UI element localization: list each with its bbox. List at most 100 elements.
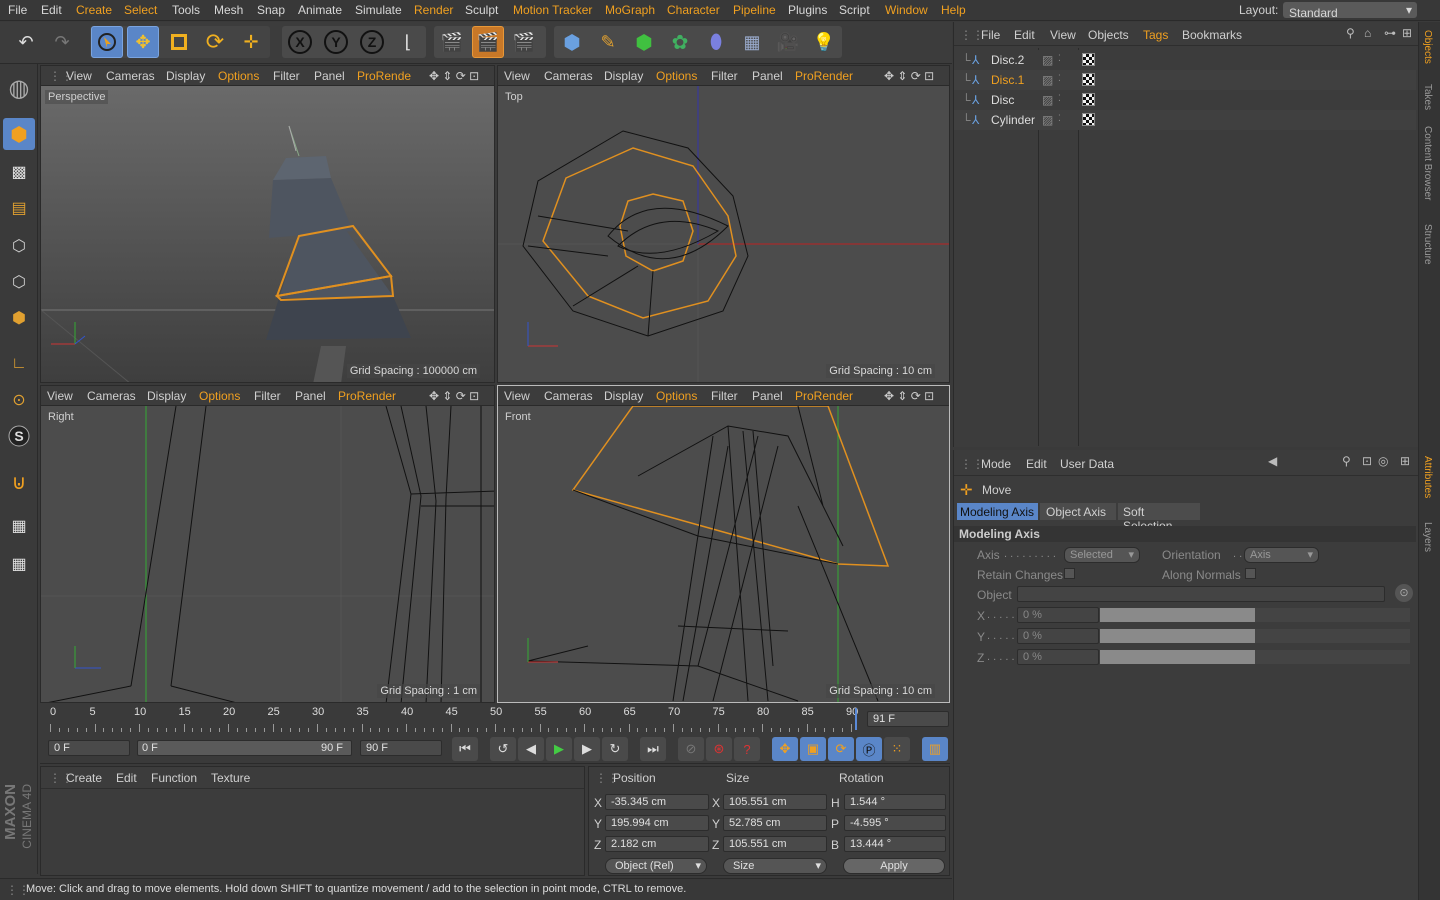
om-bookmarks[interactable]: Bookmarks: [1182, 28, 1242, 42]
layout-select[interactable]: Standard ▾: [1283, 2, 1417, 20]
search-icon[interactable]: ⚲: [1346, 26, 1355, 40]
side-tab-objects[interactable]: Objects: [1422, 30, 1433, 64]
coord-mode-select[interactable]: Object (Rel) ▾: [605, 858, 707, 874]
z-offset-field[interactable]: 0 %: [1017, 649, 1099, 665]
layer-icon[interactable]: ▨: [1042, 53, 1053, 67]
am-mode[interactable]: Mode: [981, 457, 1011, 471]
vp1-filter[interactable]: Filter: [273, 69, 300, 83]
render-picture-viewer-icon[interactable]: 🎬: [472, 26, 504, 58]
mat-function[interactable]: Function: [151, 771, 197, 785]
playhead[interactable]: [855, 708, 857, 730]
vp4-options[interactable]: Options: [656, 389, 697, 403]
vp1-prorender[interactable]: ProRende: [357, 69, 411, 83]
side-tab-structure[interactable]: Structure: [1422, 224, 1433, 265]
live-select-icon[interactable]: [91, 26, 123, 58]
viewport-perspective[interactable]: ⋮⋮ View Cameras Display Options Filter P…: [40, 65, 495, 383]
new-view-icon[interactable]: ⊞: [1402, 26, 1412, 40]
key-scale-icon[interactable]: ▣: [800, 737, 826, 761]
record-icon[interactable]: ⊛: [706, 737, 732, 761]
vp2-cameras[interactable]: Cameras: [544, 69, 593, 83]
tab-object-axis[interactable]: Object Axis: [1040, 503, 1116, 520]
orientation-select[interactable]: Axis ▾: [1244, 547, 1319, 563]
autokey-icon[interactable]: ?: [734, 737, 760, 761]
menu-tools[interactable]: Tools: [172, 3, 200, 17]
vp1-panel[interactable]: Panel: [314, 69, 345, 83]
vp4-panel[interactable]: Panel: [752, 389, 783, 403]
make-editable-icon[interactable]: ◍: [3, 72, 35, 104]
texture-mode-icon[interactable]: ▩: [3, 156, 35, 188]
tab-soft-selection[interactable]: Soft Selection: [1118, 503, 1200, 533]
key-pla-icon[interactable]: ⁙: [884, 737, 910, 761]
pos-z-field[interactable]: 2.182 cm: [605, 836, 709, 852]
menu-render[interactable]: Render: [414, 3, 453, 17]
vp3-filter[interactable]: Filter: [254, 389, 281, 403]
vp2-filter[interactable]: Filter: [711, 69, 738, 83]
apply-button[interactable]: Apply: [843, 858, 945, 874]
vp2-view[interactable]: View: [504, 69, 530, 83]
coordinate-system-icon[interactable]: ⌊: [392, 26, 424, 58]
snap-icon[interactable]: S: [3, 420, 35, 452]
viewport-top[interactable]: View Cameras Display Options Filter Pane…: [497, 65, 950, 383]
menu-snap[interactable]: Snap: [257, 3, 285, 17]
lock-icon[interactable]: ⊡: [1362, 454, 1372, 468]
floor-icon[interactable]: ▦: [736, 26, 768, 58]
menu-mograph[interactable]: MoGraph: [605, 3, 655, 17]
y-offset-slider[interactable]: [1100, 629, 1410, 643]
vp1-view[interactable]: View: [66, 69, 92, 83]
side-tab-layers[interactable]: Layers: [1422, 522, 1433, 552]
recent-tool-icon[interactable]: ✛: [235, 26, 267, 58]
x-offset-field[interactable]: 0 %: [1017, 607, 1099, 623]
visibility-dots-icon[interactable]: ⁚: [1058, 53, 1061, 64]
go-to-end-icon[interactable]: ⏭: [640, 737, 666, 761]
cloner-icon[interactable]: ✿: [664, 26, 696, 58]
undo-icon[interactable]: ↶: [10, 26, 42, 58]
frame-range-slider[interactable]: 0 F 90 F: [137, 740, 352, 756]
new-view-icon[interactable]: ⊞: [1400, 454, 1410, 468]
grid-snap-icon[interactable]: ▦: [3, 548, 35, 580]
rot-h-field[interactable]: 1.544 °: [844, 794, 946, 810]
object-link-field[interactable]: [1017, 586, 1385, 602]
start-frame-field[interactable]: 0 F: [48, 740, 130, 756]
menu-sculpt[interactable]: Sculpt: [465, 3, 498, 17]
object-row[interactable]: └ ⅄ Disc.1 ▨ ⁚: [954, 70, 1416, 90]
x-offset-slider[interactable]: [1100, 608, 1410, 622]
vp4-view[interactable]: View: [504, 389, 530, 403]
menu-plugins[interactable]: Plugins: [788, 3, 827, 17]
light-icon[interactable]: 💡: [808, 26, 840, 58]
menu-character[interactable]: Character: [667, 3, 720, 17]
size-y-field[interactable]: 52.785 cm: [723, 815, 827, 831]
side-tab-takes[interactable]: Takes: [1422, 84, 1433, 110]
visibility-dots-icon[interactable]: ⁚: [1058, 93, 1061, 104]
menu-simulate[interactable]: Simulate: [355, 3, 402, 17]
cube-icon[interactable]: ⬢: [556, 26, 588, 58]
mat-create[interactable]: Create: [66, 771, 102, 785]
rotate-icon[interactable]: ⟳: [199, 26, 231, 58]
timeline-icon[interactable]: ▥: [922, 737, 948, 761]
axis-mode-icon[interactable]: ∟: [3, 348, 35, 380]
vp4-prorender[interactable]: ProRender: [795, 389, 853, 403]
along-normals-checkbox[interactable]: [1245, 568, 1256, 579]
vp2-nav-icons[interactable]: ✥ ⇕ ⟳ ⊡: [884, 69, 934, 83]
vp3-nav-icons[interactable]: ✥ ⇕ ⟳ ⊡: [429, 389, 479, 403]
axis-select[interactable]: Selected ▾: [1064, 547, 1140, 563]
z-axis-icon[interactable]: Z: [356, 26, 388, 58]
x-axis-icon[interactable]: X: [284, 26, 316, 58]
vp2-display[interactable]: Display: [604, 69, 643, 83]
side-tab-content-browser[interactable]: Content Browser: [1422, 126, 1433, 200]
om-tags[interactable]: Tags: [1143, 28, 1168, 42]
settings-icon[interactable]: ◎: [1378, 454, 1388, 468]
points-mode-icon[interactable]: ⬡: [3, 230, 35, 262]
key-move-icon[interactable]: ✥: [772, 737, 798, 761]
render-settings-icon[interactable]: 🎬: [508, 26, 540, 58]
vp3-options[interactable]: Options: [199, 389, 240, 403]
vp4-filter[interactable]: Filter: [711, 389, 738, 403]
vp2-prorender[interactable]: ProRender: [795, 69, 853, 83]
viewport-front[interactable]: View Cameras Display Options Filter Pane…: [497, 385, 950, 703]
retain-changes-checkbox[interactable]: [1064, 568, 1075, 579]
vp1-nav-icons[interactable]: ✥ ⇕ ⟳ ⊡: [429, 69, 479, 83]
vp2-options[interactable]: Options: [656, 69, 697, 83]
end-frame-field[interactable]: 90 F: [360, 740, 442, 756]
material-tag-icon[interactable]: [1082, 73, 1095, 86]
redo-icon[interactable]: ↷: [46, 26, 78, 58]
size-mode-select[interactable]: Size ▾: [723, 858, 827, 874]
